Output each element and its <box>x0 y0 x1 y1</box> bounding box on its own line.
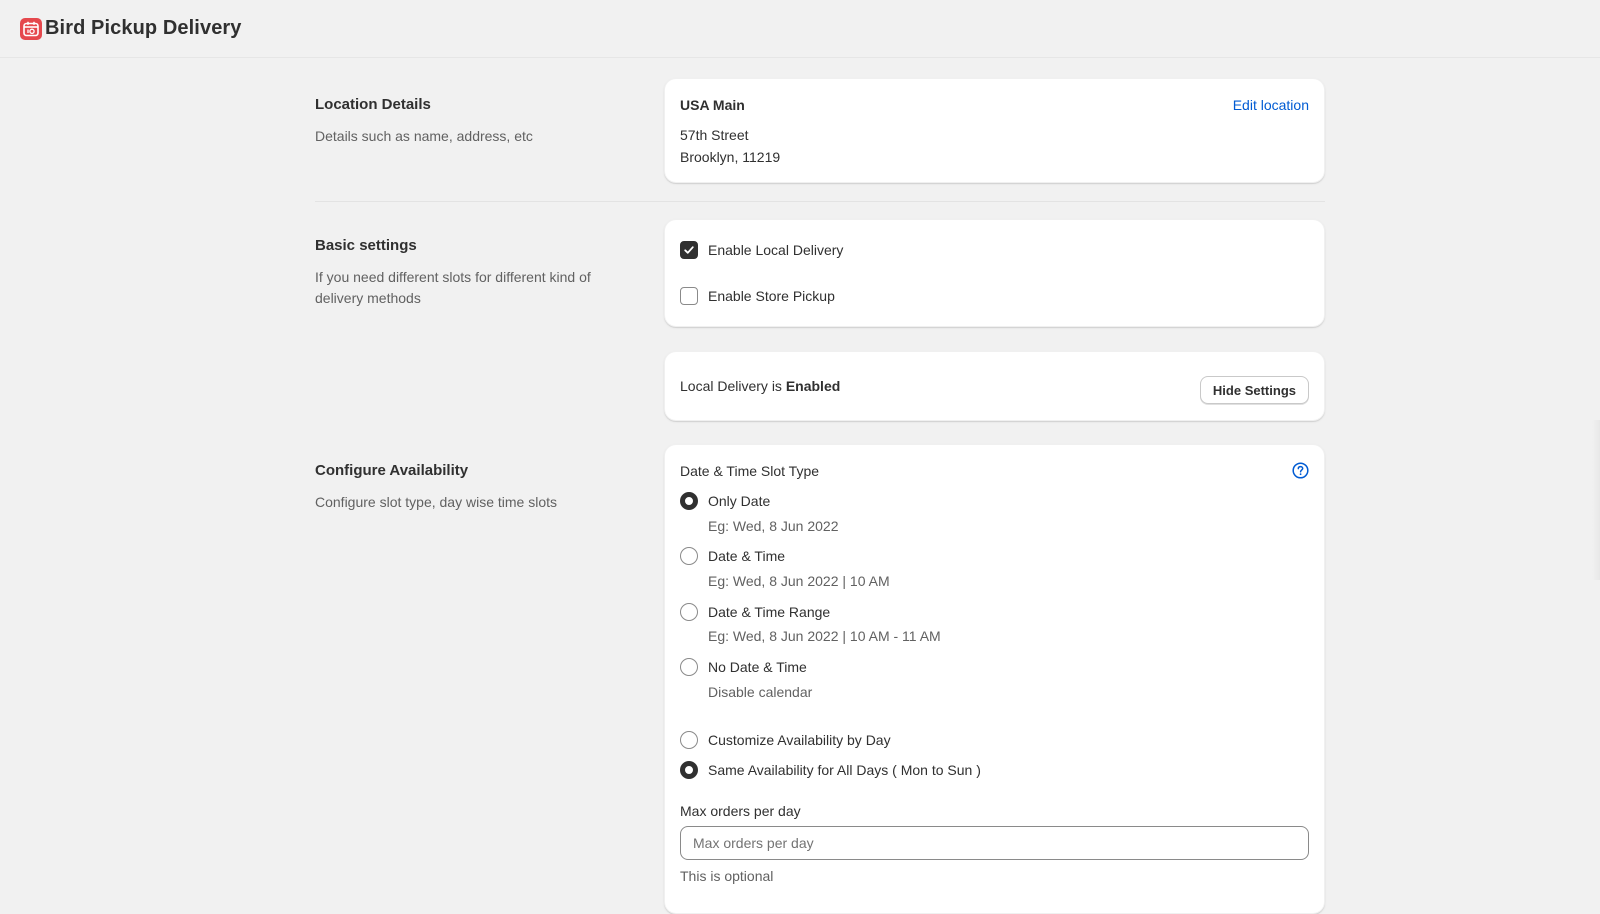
edit-location-link[interactable]: Edit location <box>1233 97 1309 113</box>
max-orders-help: This is optional <box>680 868 774 884</box>
only-date-radio[interactable] <box>680 492 698 510</box>
availability-section-title: Configure Availability <box>315 462 469 479</box>
date-time-hint: Eg: Wed, 8 Jun 2022 | 10 AM <box>708 573 890 589</box>
basic-section-description: If you need different slots for differen… <box>315 269 591 306</box>
customize-availability-label: Customize Availability by Day <box>708 732 891 748</box>
calendar-icon <box>20 17 42 40</box>
address-line-1: 57th Street <box>680 127 749 143</box>
hide-settings-button[interactable]: Hide Settings <box>1199 376 1309 404</box>
basic-section-title: Basic settings <box>315 237 417 254</box>
same-availability-option[interactable]: Same Availability for All Days ( Mon to … <box>680 761 981 779</box>
local-delivery-status-card: Local Delivery is Enabled Hide Settings <box>664 351 1325 421</box>
slot-type-title: Date & Time Slot Type <box>680 463 820 479</box>
date-time-range-label: Date & Time Range <box>708 604 831 620</box>
checkmark-icon <box>684 246 694 254</box>
date-time-label: Date & Time <box>708 548 786 564</box>
same-availability-label: Same Availability for All Days ( Mon to … <box>708 762 981 778</box>
availability-section-description: Configure slot type, day wise time slots <box>315 494 557 510</box>
no-date-time-hint: Disable calendar <box>708 684 813 700</box>
enable-store-pickup-option[interactable]: Enable Store Pickup <box>680 287 835 305</box>
local-delivery-checkbox[interactable] <box>680 241 698 259</box>
enable-local-delivery-option[interactable]: Enable Local Delivery <box>680 241 843 259</box>
only-date-label: Only Date <box>708 493 771 509</box>
question-circle-icon[interactable] <box>1292 462 1309 484</box>
customize-availability-option[interactable]: Customize Availability by Day <box>680 731 891 749</box>
address-line-2: Brooklyn, 11219 <box>680 149 781 165</box>
basic-settings-card: Enable Local Delivery Enable Store Picku… <box>664 219 1325 327</box>
no-date-time-radio[interactable] <box>680 658 698 676</box>
scroll-shadow <box>1592 420 1600 580</box>
availability-section-label: Configure Availability Configure slot ty… <box>315 462 635 513</box>
customize-availability-radio[interactable] <box>680 731 698 749</box>
slot-type-date-time[interactable]: Date & Time <box>680 547 785 565</box>
location-section-description: Details such as name, address, etc <box>315 128 533 144</box>
location-name: USA Main <box>680 97 745 113</box>
status-value: Enabled <box>785 378 841 394</box>
date-time-range-radio[interactable] <box>680 603 698 621</box>
location-card: USA Main Edit location 57th Street Brook… <box>664 78 1325 183</box>
store-pickup-checkbox[interactable] <box>680 287 698 305</box>
location-section-label: Location Details Details such as name, a… <box>315 96 635 147</box>
only-date-hint: Eg: Wed, 8 Jun 2022 <box>708 518 839 534</box>
slot-type-only-date[interactable]: Only Date <box>680 492 770 510</box>
availability-card: Date & Time Slot Type Only Date Eg: Wed,… <box>664 444 1325 914</box>
slot-type-date-time-range[interactable]: Date & Time Range <box>680 603 830 621</box>
local-delivery-label: Enable Local Delivery <box>708 242 844 258</box>
same-availability-radio[interactable] <box>680 761 698 779</box>
local-delivery-status: Local Delivery is Enabled <box>680 378 840 394</box>
top-bar: Bird Pickup Delivery <box>0 0 1600 58</box>
slot-type-no-date-time[interactable]: No Date & Time <box>680 658 807 676</box>
basic-section-label: Basic settings If you need different slo… <box>315 237 635 309</box>
app-title: Bird Pickup Delivery <box>45 17 242 39</box>
date-time-range-hint: Eg: Wed, 8 Jun 2022 | 10 AM - 11 AM <box>708 628 941 644</box>
max-orders-label: Max orders per day <box>680 803 801 819</box>
max-orders-input[interactable] <box>680 826 1309 860</box>
store-pickup-label: Enable Store Pickup <box>708 288 835 304</box>
location-section-title: Location Details <box>315 96 431 113</box>
status-prefix: Local Delivery is <box>680 378 782 394</box>
no-date-time-label: No Date & Time <box>708 659 807 675</box>
date-time-radio[interactable] <box>680 547 698 565</box>
section-divider <box>315 201 1325 202</box>
